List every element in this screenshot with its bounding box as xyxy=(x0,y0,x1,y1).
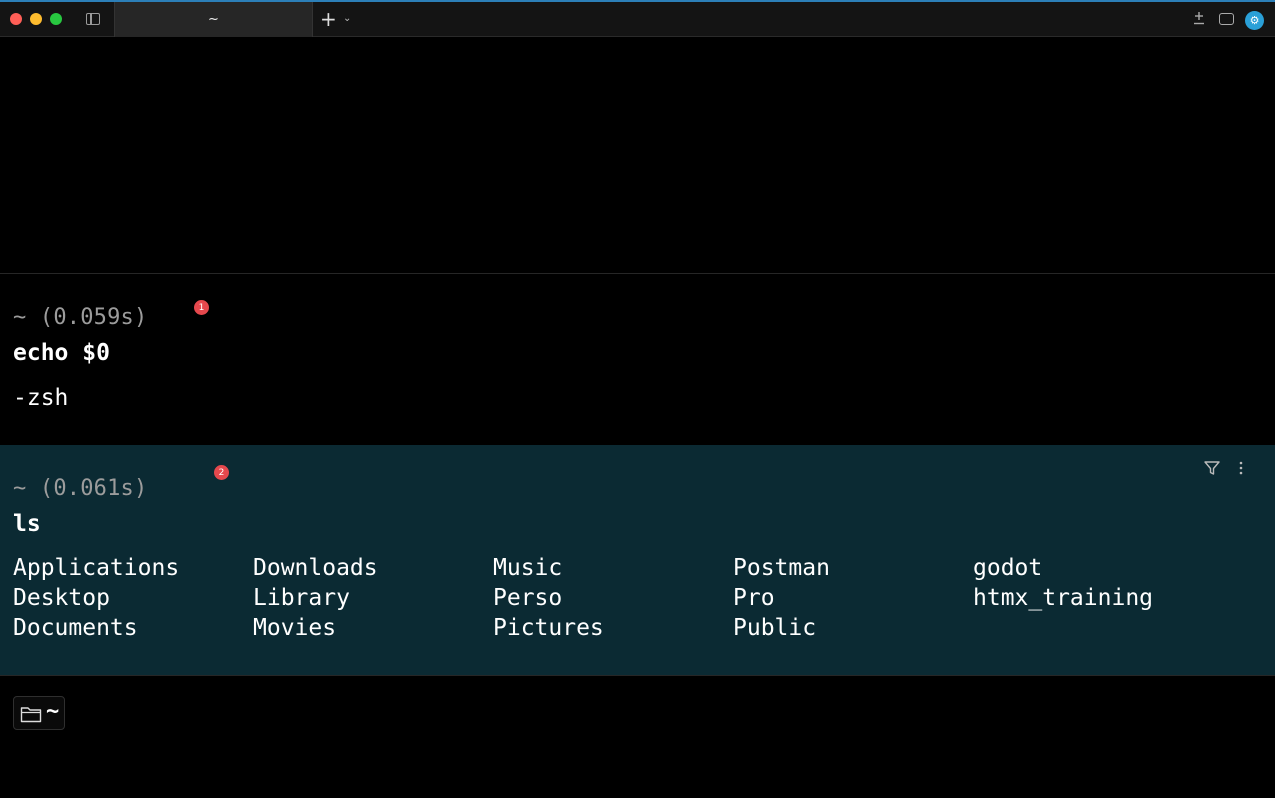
list-item: Library xyxy=(253,585,350,611)
settings-icon[interactable]: ⚙ xyxy=(1245,11,1264,30)
command-block-1[interactable]: ~ (0.059s) 1 echo $0 -zsh xyxy=(0,274,1275,444)
list-item: Postman xyxy=(733,555,830,581)
block-output: -zsh xyxy=(13,385,69,411)
block-command: echo $0 xyxy=(13,340,110,366)
block-badge: 2 xyxy=(214,465,229,480)
command-block-2[interactable]: ~ (0.061s) 2 ls Applications Desktop Doc… xyxy=(0,445,1275,675)
inbox-icon[interactable] xyxy=(1219,13,1234,25)
working-directory-chip[interactable]: ~ xyxy=(13,696,65,730)
list-item: Pro xyxy=(733,585,775,611)
list-item: Desktop xyxy=(13,585,110,611)
list-item: Public xyxy=(733,615,817,641)
list-item: godot xyxy=(973,555,1043,581)
filter-icon[interactable] xyxy=(1203,459,1221,477)
list-item: Pictures xyxy=(493,615,604,641)
title-bar: ~ + ⌄ ⚙ xyxy=(0,0,1275,37)
tab-title: ~ xyxy=(208,12,219,27)
more-options-icon[interactable] xyxy=(1234,460,1248,476)
block-prompt: ~ (0.059s) xyxy=(13,305,148,330)
list-item: Downloads xyxy=(253,555,378,581)
new-tab-icon[interactable]: + xyxy=(320,8,337,30)
list-item: Perso xyxy=(493,585,563,611)
block-divider xyxy=(0,675,1275,676)
list-item: Applications xyxy=(13,555,180,581)
list-item: Music xyxy=(493,555,563,581)
block-command: ls xyxy=(13,511,41,537)
minimize-window-button[interactable] xyxy=(30,13,42,25)
working-directory-label: ~ xyxy=(46,699,60,724)
sidebar-toggle-icon[interactable] xyxy=(86,13,100,25)
list-item: Movies xyxy=(253,615,337,641)
close-window-button[interactable] xyxy=(10,13,22,25)
folder-icon xyxy=(20,707,42,723)
maximize-window-button[interactable] xyxy=(50,13,62,25)
new-tab-menu-icon[interactable]: ⌄ xyxy=(343,13,351,24)
warp-drive-icon[interactable] xyxy=(1193,11,1205,25)
list-item: htmx_training xyxy=(973,585,1154,611)
block-prompt: ~ (0.061s) xyxy=(13,476,148,501)
list-item: Documents xyxy=(13,615,138,641)
tab-home[interactable]: ~ xyxy=(114,2,313,37)
block-badge: 1 xyxy=(194,300,209,315)
